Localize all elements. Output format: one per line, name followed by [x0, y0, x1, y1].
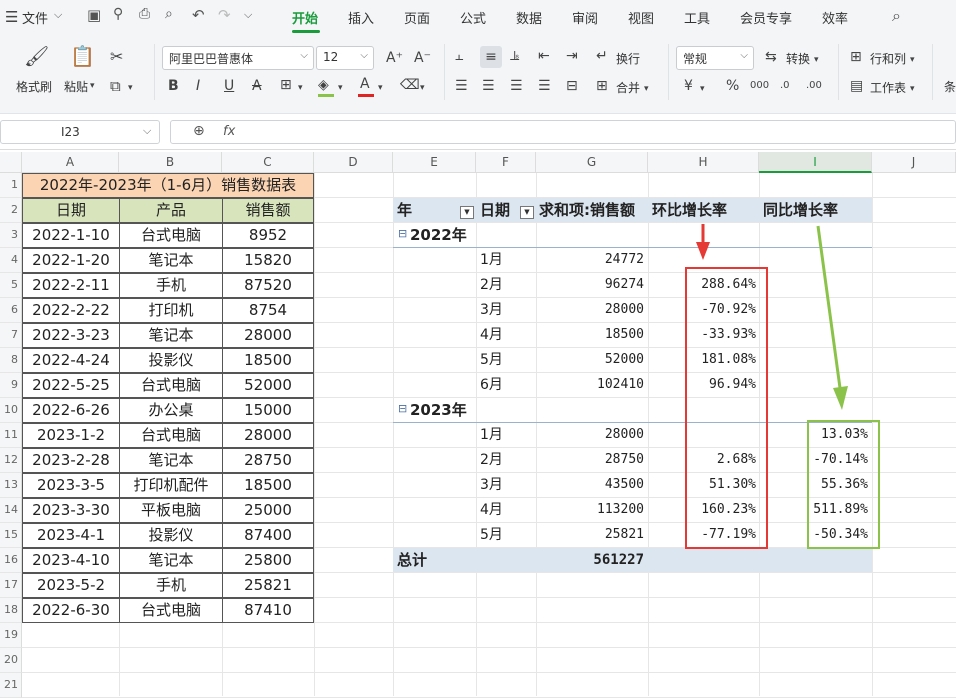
green-arrow-icon — [816, 225, 848, 410]
red-arrow-icon — [696, 224, 710, 260]
annotation-arrows — [696, 224, 848, 410]
